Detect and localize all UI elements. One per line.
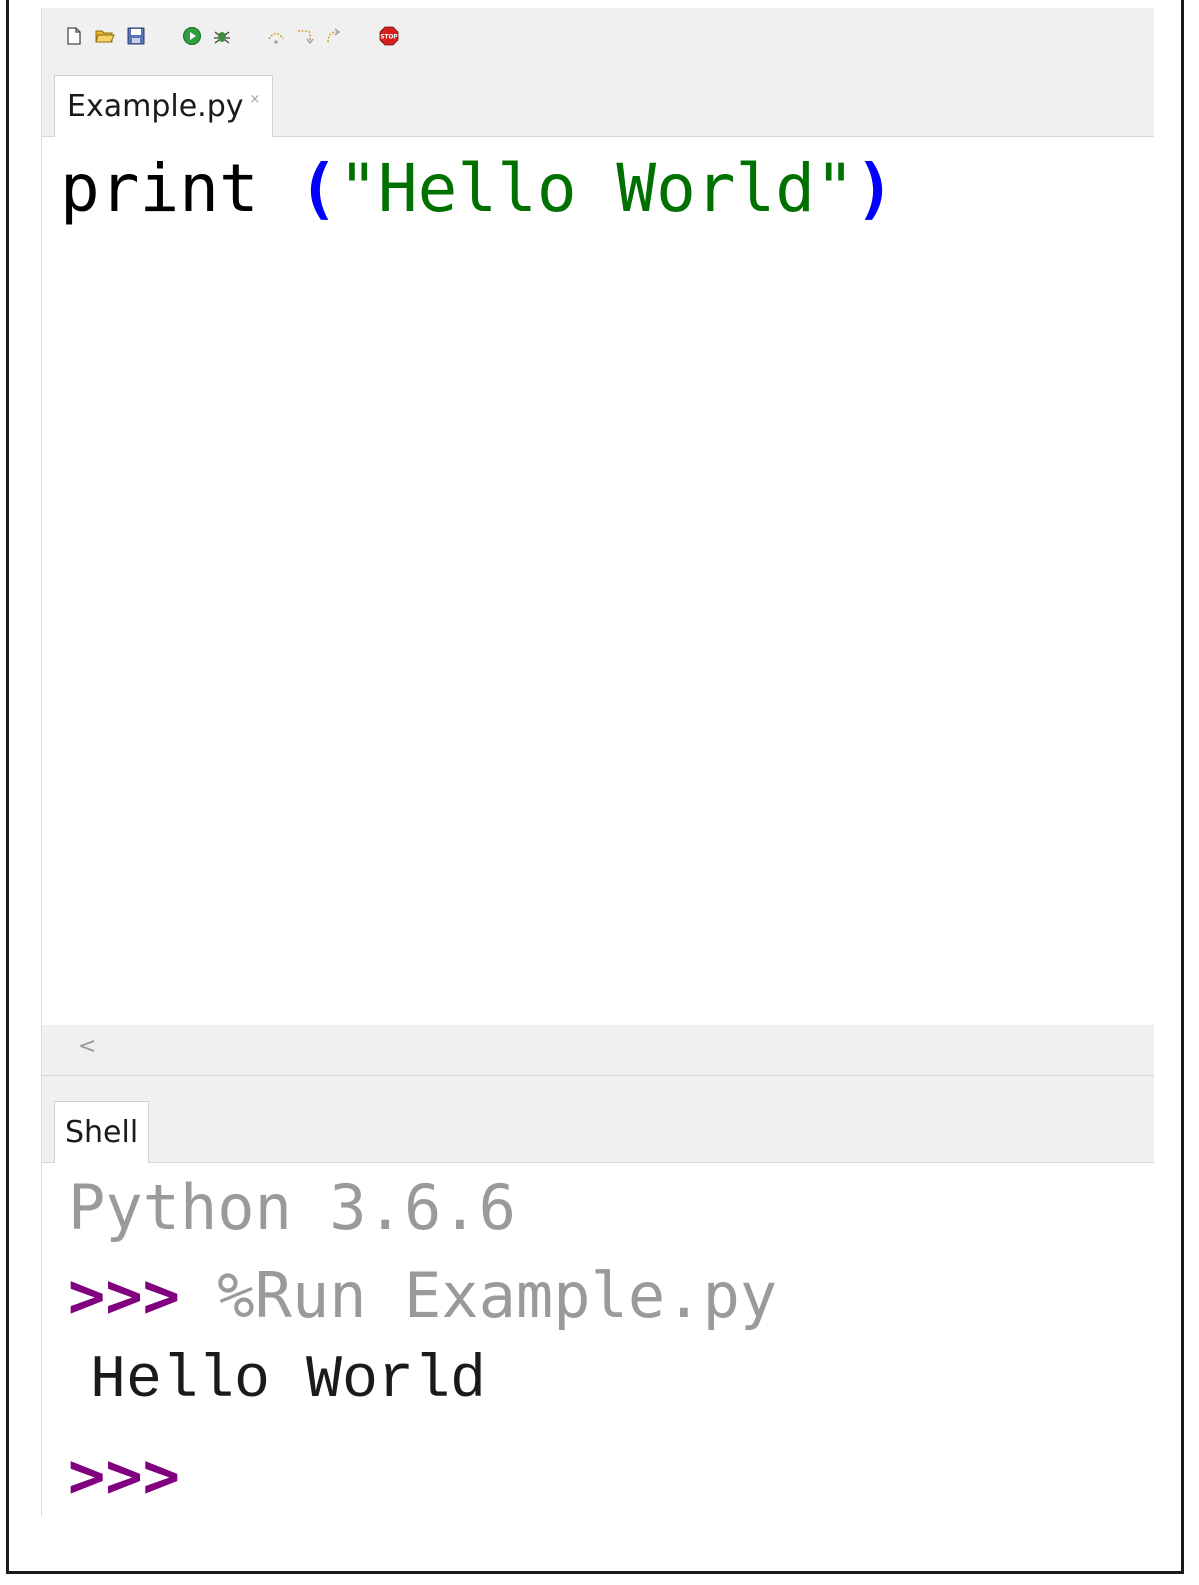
shell-prompt: >>> — [68, 1259, 180, 1332]
toolbar: STOP — [42, 8, 1154, 66]
python-version-banner: Python 3.6.6 — [68, 1171, 516, 1244]
thonny-ide: STOP Example.py × print ("Hello World") … — [41, 8, 1154, 1523]
shell-console[interactable]: Python 3.6.6 >>> %Run Example.py Hello W… — [42, 1163, 1154, 1523]
string-literal: "Hello World" — [338, 150, 855, 227]
close-paren: ) — [854, 150, 895, 227]
shell-input-prompt[interactable]: >>> — [68, 1439, 180, 1512]
editor-tab-bar: Example.py × — [42, 66, 1154, 137]
open-paren: ( — [298, 150, 339, 227]
stop-icon[interactable]: STOP — [379, 26, 399, 46]
shell-prompt-empty: >>> — [68, 1439, 180, 1512]
debug-bug-icon[interactable] — [212, 26, 232, 46]
open-folder-icon[interactable] — [95, 26, 115, 46]
tab-shell[interactable]: Shell — [54, 1101, 150, 1163]
code-editor[interactable]: print ("Hello World") — [42, 137, 1154, 1025]
step-out-icon[interactable] — [324, 26, 344, 46]
save-icon[interactable] — [126, 26, 146, 46]
tab-label: Example.py — [67, 89, 244, 124]
svg-text:STOP: STOP — [380, 35, 398, 41]
window-frame: STOP Example.py × print ("Hello World") … — [6, 0, 1184, 1574]
tab-example-py[interactable]: Example.py × — [54, 75, 274, 137]
shell-command-line: >>> %Run Example.py — [68, 1259, 777, 1332]
step-over-icon[interactable] — [266, 26, 286, 46]
step-into-icon[interactable] — [295, 26, 315, 46]
run-icon[interactable] — [182, 26, 202, 46]
keyword-print: print — [60, 150, 259, 227]
code-line: print ("Hello World") — [60, 149, 895, 229]
run-command: %Run Example.py — [179, 1259, 778, 1332]
shell-left-border — [41, 1132, 42, 1516]
shell-tab-bar: Shell — [42, 1076, 1154, 1163]
program-output: Hello World — [90, 1347, 487, 1415]
close-tab-icon[interactable]: × — [249, 92, 260, 107]
new-file-icon[interactable] — [64, 26, 84, 46]
scroll-left-arrow-icon[interactable]: < — [78, 1034, 96, 1059]
horizontal-scrollbar[interactable]: < — [42, 1025, 1154, 1076]
shell-tab-label: Shell — [65, 1115, 139, 1150]
